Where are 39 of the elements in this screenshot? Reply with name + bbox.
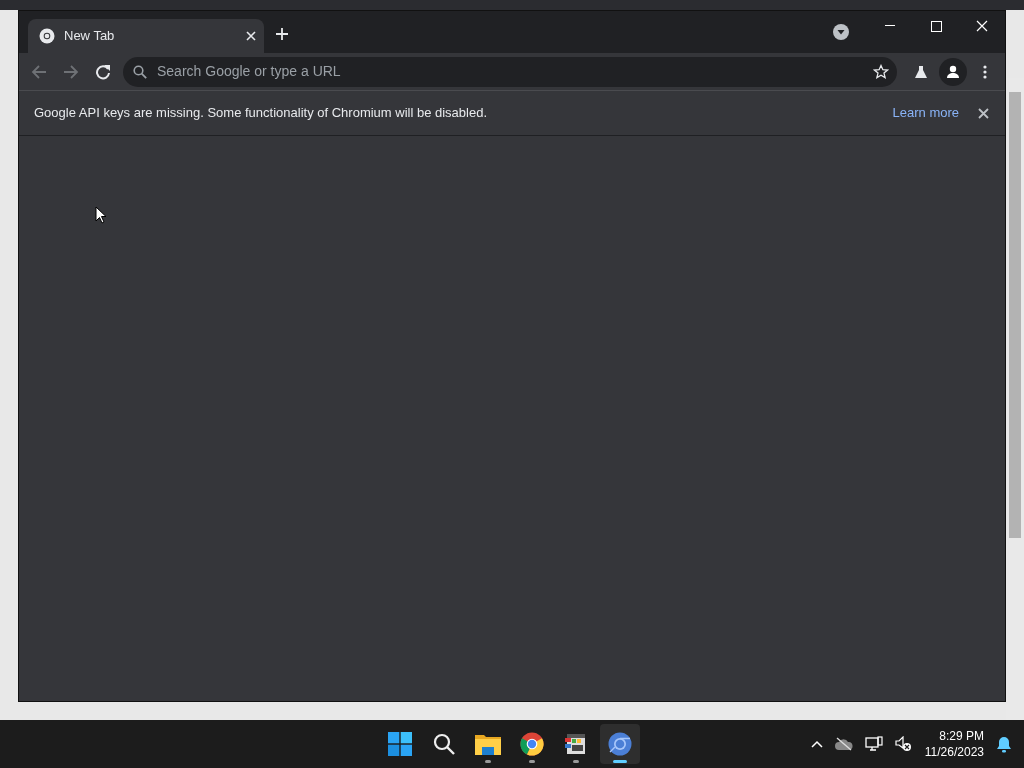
app-window-icon bbox=[564, 732, 588, 756]
profile-button[interactable] bbox=[939, 57, 967, 86]
search-icon bbox=[133, 64, 147, 79]
browser-tab[interactable]: New Tab bbox=[28, 19, 264, 53]
bookmark-star-icon[interactable] bbox=[873, 63, 889, 80]
close-icon bbox=[977, 107, 989, 119]
search-icon bbox=[433, 733, 455, 755]
notification-bell-icon[interactable] bbox=[996, 735, 1012, 753]
chevron-up-icon[interactable] bbox=[810, 740, 823, 748]
person-icon bbox=[945, 63, 961, 80]
chrome-icon bbox=[520, 732, 544, 756]
start-icon bbox=[388, 732, 412, 756]
cursor-icon bbox=[95, 206, 107, 224]
search-field[interactable]: Search Google or type a URL bbox=[155, 60, 865, 83]
dropdown-icon bbox=[833, 24, 849, 40]
maximize-icon bbox=[930, 20, 942, 32]
more-icon bbox=[983, 64, 987, 79]
network-icon[interactable] bbox=[864, 736, 883, 752]
clock[interactable]: 8:29 PM 11/26/2023 bbox=[924, 728, 984, 760]
tab-title: New Tab bbox=[64, 27, 116, 46]
clock-time: 8:29 PM bbox=[938, 728, 984, 744]
plus-icon bbox=[275, 27, 289, 41]
learn-more-link[interactable]: Learn more bbox=[892, 103, 959, 123]
clock-date: 11/26/2023 bbox=[924, 744, 984, 760]
reload-icon bbox=[95, 63, 111, 80]
close-tab-icon[interactable] bbox=[246, 31, 256, 41]
infobar-message: Google API keys are missing. Some functionality of Chromium will be disabled. bbox=[34, 104, 489, 123]
taskbar-button[interactable] bbox=[600, 724, 640, 764]
back-arrow-icon bbox=[31, 63, 47, 80]
chromium-icon bbox=[608, 732, 632, 756]
forward-arrow-icon bbox=[63, 63, 79, 80]
chromium-logo-icon bbox=[39, 28, 55, 44]
speaker-muted-icon[interactable] bbox=[894, 736, 913, 752]
address-bar[interactable]: Search Google or type a URL bbox=[123, 56, 897, 87]
close-icon bbox=[976, 20, 988, 32]
folder-icon bbox=[475, 733, 501, 755]
cloud-off-icon[interactable] bbox=[834, 737, 853, 751]
scrollbar-thumb[interactable] bbox=[1009, 92, 1021, 538]
minimize-icon bbox=[885, 25, 895, 27]
